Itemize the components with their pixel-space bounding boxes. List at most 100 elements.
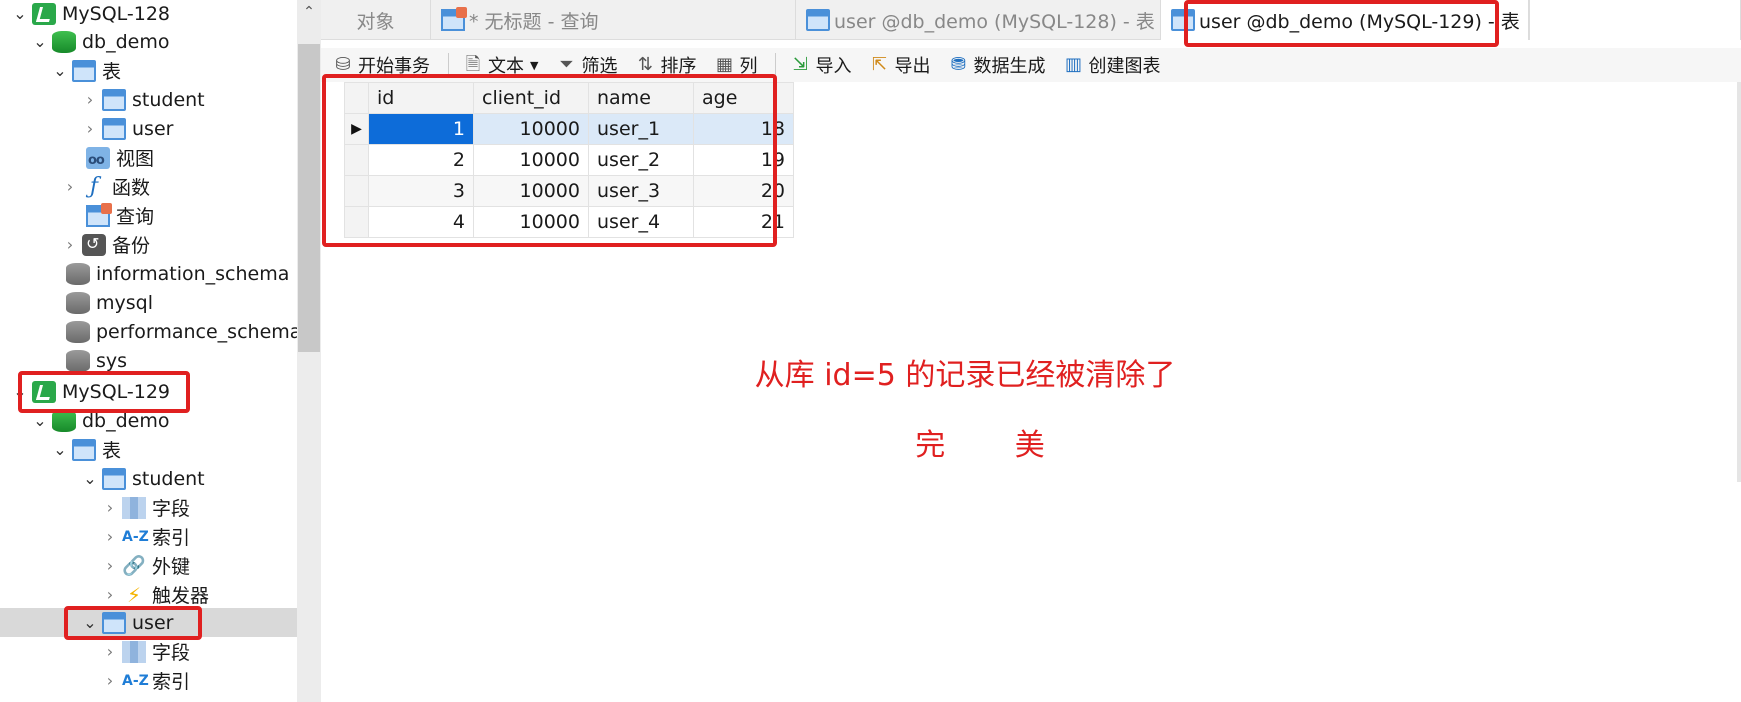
chevron-right-icon[interactable]: › [100,498,120,517]
chevron-down-icon[interactable]: ⌄ [30,32,50,51]
cell-age[interactable]: 18 [693,113,794,145]
cell-id[interactable]: 3 [368,175,474,207]
chevron-right-icon[interactable]: › [60,235,80,254]
columns-button[interactable]: ▦ 列 [714,52,758,78]
row-marker[interactable]: ▶ [344,113,369,145]
text-button[interactable]: 🗎 文本 ▼ [463,52,539,78]
table-row[interactable]: ▶ 1 10000 user_1 18 [344,113,794,145]
cell-id[interactable]: 1 [368,113,474,145]
chevron-down-icon[interactable]: ⌄ [80,469,100,488]
tree-label: 函数 [112,177,151,199]
chevron-right-icon[interactable]: › [80,90,100,109]
tree-db-demo-129[interactable]: ⌄ db_demo [30,406,170,435]
chevron-down-icon[interactable]: ⌄ [10,382,30,401]
tree-db-performance-schema[interactable]: performance_schema [44,317,297,346]
filter-button[interactable]: ⏷ 筛选 [556,52,617,78]
cell-name[interactable]: user_4 [588,206,694,238]
link-icon: 🔗 [122,554,146,577]
row-marker[interactable] [344,175,369,207]
tree-db-sys[interactable]: sys [44,346,127,375]
tree-label: 表 [102,61,122,83]
scroll-up-icon[interactable]: ⌃ [297,4,321,20]
cell-age[interactable]: 19 [693,144,794,176]
query-icon [441,7,467,31]
cell-id[interactable]: 2 [368,144,474,176]
table-row[interactable]: 4 10000 user_4 21 [344,206,794,238]
data-generation-button[interactable]: ⛃ 数据生成 [948,52,1046,78]
tree-student-fields[interactable]: › 字段 [100,493,190,522]
grid-scrollbar[interactable] [1737,82,1741,482]
tree-student-foreign-keys[interactable]: › 🔗 外键 [100,551,190,580]
annotation-text: 从库 id=5 的记录已经被清除了 [754,358,1176,393]
cell-age[interactable]: 21 [693,206,794,238]
chevron-down-icon[interactable]: ⌄ [50,440,70,459]
cell-age[interactable]: 20 [693,175,794,207]
table-icon [1171,9,1195,31]
chevron-right-icon[interactable]: › [100,527,120,546]
begin-transaction-button[interactable]: ⛁ 开始事务 [333,52,430,78]
cell-id[interactable]: 4 [368,206,474,238]
tree-user-fields[interactable]: › 字段 [100,637,190,666]
tree-conn-mysql129[interactable]: ⌄ MySQL-129 [10,377,170,406]
chevron-right-icon[interactable]: › [100,642,120,661]
tree-table-student-129[interactable]: ⌄ student [80,464,205,493]
tree-scrollbar[interactable]: ⌃ [297,0,321,702]
table-row[interactable]: 3 10000 user_3 20 [344,175,794,207]
row-marker[interactable] [344,206,369,238]
tree-db-mysql[interactable]: mysql [44,288,153,317]
cell-client-id[interactable]: 10000 [473,175,589,207]
tab-objects[interactable]: 对象 [321,0,431,40]
tree-backups-128[interactable]: › 备份 [60,230,150,259]
import-button[interactable]: ⇲ 导入 [790,52,852,78]
column-header-client-id[interactable]: client_id [473,82,589,114]
tab-user-mysql128[interactable]: user @db_demo (MySQL-128) - 表 [796,0,1161,40]
cell-client-id[interactable]: 10000 [473,113,589,145]
query-icon [86,202,112,227]
tree-conn-mysql128[interactable]: ⌄ MySQL-128 [10,0,170,28]
tree-queries-128[interactable]: 查询 [64,201,154,230]
column-header-id[interactable]: id [368,82,474,114]
tree-views-128[interactable]: 视图 [64,143,154,172]
create-chart-button[interactable]: ▥ 创建图表 [1063,52,1161,78]
tree-user-indexes[interactable]: › A-Z 索引 [100,666,190,695]
tree-db-information-schema[interactable]: information_schema [44,259,289,288]
column-header-age[interactable]: age [693,82,794,114]
chevron-down-icon[interactable]: ⌄ [30,411,50,430]
sort-button[interactable]: ⇅ 排序 [635,52,697,78]
tree-tables-folder-129[interactable]: ⌄ 表 [50,435,121,464]
tree-functions-128[interactable]: › ƒ 函数 [60,172,150,201]
cell-name[interactable]: user_2 [588,144,694,176]
tree-student-indexes[interactable]: › A-Z 索引 [100,522,190,551]
tree-table-user-128[interactable]: › user [80,114,173,143]
chevron-right-icon[interactable]: › [100,671,120,690]
chevron-down-icon[interactable]: ⌄ [50,61,70,80]
tab-untitled-query[interactable]: * 无标题 - 查询 [431,0,796,40]
cell-name[interactable]: user_1 [588,113,694,145]
chevron-right-icon[interactable]: › [60,177,80,196]
export-button[interactable]: ⇱ 导出 [869,52,931,78]
scrollbar-thumb[interactable] [298,44,320,352]
tab-user-mysql129[interactable]: user @db_demo (MySQL-129) - 表 [1161,0,1529,40]
button-label: 列 [739,56,758,77]
tree-student-triggers[interactable]: › ⚡ 触发器 [100,580,209,609]
cell-name[interactable]: user_3 [588,175,694,207]
chevron-down-icon[interactable]: ⌄ [10,4,30,23]
table-row[interactable]: 2 10000 user_2 19 [344,144,794,176]
button-label: 文本 [488,56,524,77]
tree-table-student-128[interactable]: › student [80,85,205,114]
row-marker[interactable] [344,144,369,176]
tree-tables-folder-128[interactable]: ⌄ 表 [50,56,121,85]
tree-db-demo-128[interactable]: ⌄ db_demo [30,27,170,56]
chevron-down-icon[interactable]: ⌄ [80,613,100,632]
chevron-right-icon[interactable]: › [80,119,100,138]
cell-client-id[interactable]: 10000 [473,144,589,176]
tree-label: mysql [96,291,153,314]
cell-client-id[interactable]: 10000 [473,206,589,238]
chevron-right-icon[interactable]: › [100,556,120,575]
tree-table-user-129[interactable]: ⌄ user [0,608,297,637]
column-header-name[interactable]: name [588,82,694,114]
chevron-right-icon[interactable]: › [100,585,120,604]
tree-label: student [132,467,205,490]
tree-label: 备份 [112,235,151,257]
tree-label: db_demo [82,30,170,53]
